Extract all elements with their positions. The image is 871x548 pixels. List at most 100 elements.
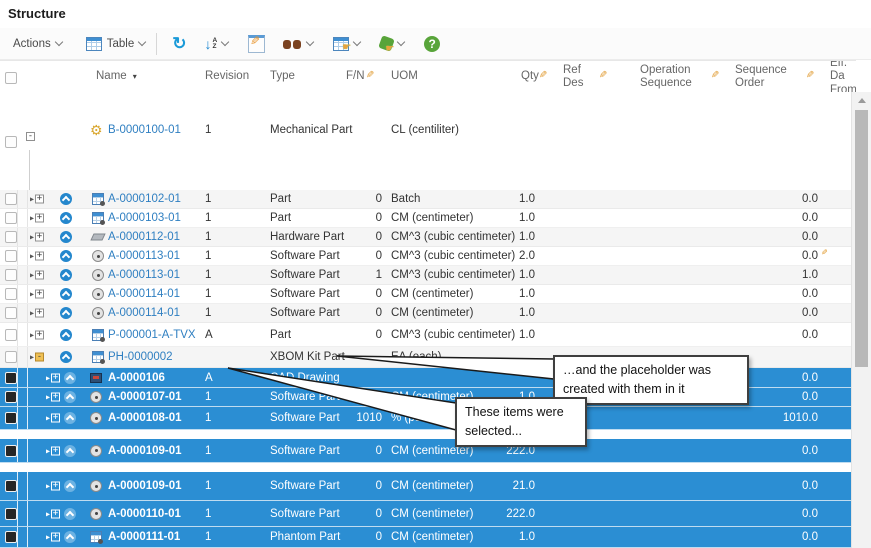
item-link[interactable]: A-0000102-01 xyxy=(108,193,181,205)
refresh-button[interactable] xyxy=(166,34,192,54)
item-link[interactable]: A-0000103-01 xyxy=(108,212,181,224)
column-header-eff-date-from[interactable]: Eff. Da From xyxy=(830,61,856,93)
navigate-icon[interactable] xyxy=(60,269,72,281)
table-row[interactable]: A-0000114-01 1 Software Part 0 CM (centi… xyxy=(0,304,852,323)
column-header-qty[interactable]: Qty xyxy=(521,61,539,93)
tree-expander[interactable] xyxy=(46,446,60,455)
tree-expander[interactable] xyxy=(46,533,60,542)
table-view-menu-button[interactable]: Table xyxy=(81,33,151,55)
row-checkbox[interactable] xyxy=(5,372,17,384)
tree-expander[interactable] xyxy=(30,353,44,362)
tree-expander[interactable] xyxy=(46,373,60,382)
item-link[interactable]: A-0000109-01 xyxy=(108,480,182,492)
column-header-revision[interactable]: Revision xyxy=(205,61,249,93)
navigate-icon[interactable] xyxy=(60,212,72,224)
root-row[interactable]: B-0000100-01 1 Mechanical Part CL (centi… xyxy=(0,92,852,190)
table-row[interactable]: A-0000110-01 1 Software Part 0 CM (centi… xyxy=(0,501,852,527)
table-row[interactable]: A-0000109-01 1 Software Part 0 CM (centi… xyxy=(0,439,852,463)
row-checkbox[interactable] xyxy=(5,351,17,363)
tree-expander[interactable] xyxy=(46,482,60,491)
tree-expander[interactable] xyxy=(30,252,44,261)
row-checkbox[interactable] xyxy=(5,307,17,319)
tree-expander[interactable] xyxy=(30,233,44,242)
item-link[interactable]: A-0000113-01 xyxy=(108,250,180,262)
table-row[interactable]: A-0000108-01 1 Software Part 1010 % (per… xyxy=(0,407,852,430)
column-header-operation-sequence[interactable]: Operation Sequence xyxy=(640,61,692,93)
table-row[interactable]: A-0000102-01 1 Part 0 Batch 1.0 0.0 xyxy=(0,190,852,209)
row-checkbox[interactable] xyxy=(5,269,17,281)
item-link[interactable]: A-0000107-01 xyxy=(108,391,182,403)
row-checkbox[interactable] xyxy=(5,193,17,205)
row-checkbox[interactable] xyxy=(5,136,17,148)
table-row[interactable]: A-0000111-01 1 Phantom Part 0 CM (centim… xyxy=(0,527,852,548)
column-header-uom[interactable]: UOM xyxy=(391,61,418,93)
navigate-icon[interactable] xyxy=(64,531,76,543)
navigate-icon[interactable] xyxy=(64,391,76,403)
item-link[interactable]: PH-0000002 xyxy=(108,351,173,363)
scrollbar-up-arrow-icon[interactable] xyxy=(852,92,871,109)
item-link[interactable]: A-0000114-01 xyxy=(108,288,180,300)
row-checkbox[interactable] xyxy=(5,445,17,457)
column-header-name[interactable]: Name xyxy=(96,61,137,93)
navigate-icon[interactable] xyxy=(60,288,72,300)
column-header-sequence-order[interactable]: Sequence Order xyxy=(735,61,787,93)
tree-expander[interactable] xyxy=(30,330,44,339)
tree-expander[interactable] xyxy=(30,214,44,223)
row-checkbox[interactable] xyxy=(5,231,17,243)
tree-expander[interactable] xyxy=(30,195,44,204)
row-checkbox[interactable] xyxy=(5,480,17,492)
row-checkbox[interactable] xyxy=(5,391,17,403)
navigate-icon[interactable] xyxy=(60,193,72,205)
table-row[interactable]: P-000001-A-TVX A Part 0 CM^3 (cubic cent… xyxy=(0,323,852,347)
item-link[interactable]: A-0000112-01 xyxy=(108,231,180,243)
navigate-icon[interactable] xyxy=(60,250,72,262)
row-checkbox[interactable] xyxy=(5,412,17,424)
column-header-fn[interactable]: F/N xyxy=(346,61,365,93)
navigate-icon[interactable] xyxy=(60,351,72,363)
row-checkbox[interactable] xyxy=(5,250,17,262)
navigate-icon[interactable] xyxy=(64,372,76,384)
navigate-icon[interactable] xyxy=(64,412,76,424)
navigate-icon[interactable] xyxy=(60,307,72,319)
column-header-type[interactable]: Type xyxy=(270,61,295,93)
navigate-icon[interactable] xyxy=(64,508,76,520)
item-link[interactable]: B-0000100-01 xyxy=(108,120,181,140)
scrollbar-thumb[interactable] xyxy=(855,110,868,367)
sort-button[interactable]: AZ xyxy=(198,35,234,53)
row-checkbox[interactable] xyxy=(5,329,17,341)
tree-expander[interactable] xyxy=(46,509,60,518)
table-row[interactable]: A-0000113-01 1 Software Part 1 CM^3 (cub… xyxy=(0,266,852,285)
row-checkbox[interactable] xyxy=(5,508,17,520)
navigate-icon[interactable] xyxy=(64,480,76,492)
actions-menu-button[interactable]: Actions xyxy=(8,34,67,54)
edit-button[interactable] xyxy=(242,32,271,56)
vertical-scrollbar[interactable] xyxy=(851,92,871,548)
item-link[interactable]: A-0000110-01 xyxy=(108,508,181,520)
table-row[interactable]: A-0000113-01 1 Software Part 0 CM^3 (cub… xyxy=(0,247,852,266)
find-button[interactable] xyxy=(277,35,319,53)
row-checkbox[interactable] xyxy=(5,288,17,300)
tree-expander[interactable] xyxy=(46,414,60,423)
table-row[interactable]: A-0000114-01 1 Software Part 0 CM (centi… xyxy=(0,285,852,304)
select-all-checkbox[interactable] xyxy=(5,72,17,84)
item-link[interactable]: A-0000109-01 xyxy=(108,445,182,457)
item-link[interactable]: A-0000113-01 xyxy=(108,269,180,281)
navigate-icon[interactable] xyxy=(60,329,72,341)
table-select-button[interactable] xyxy=(327,34,366,54)
item-link[interactable]: A-0000108-01 xyxy=(108,412,182,424)
navigate-icon[interactable] xyxy=(60,231,72,243)
tree-expander[interactable] xyxy=(30,271,44,280)
row-checkbox[interactable] xyxy=(5,531,17,543)
item-link[interactable]: A-0000106 xyxy=(108,372,165,384)
tree-expander[interactable] xyxy=(26,132,35,141)
item-link[interactable]: P-000001-A-TVX xyxy=(108,329,196,341)
navigate-icon[interactable] xyxy=(64,445,76,457)
table-row[interactable]: A-0000103-01 1 Part 0 CM (centimeter) 1.… xyxy=(0,209,852,228)
item-link[interactable]: A-0000111-01 xyxy=(108,531,180,543)
tree-expander[interactable] xyxy=(30,290,44,299)
column-header-refdes[interactable]: Ref Des xyxy=(563,61,583,93)
table-row[interactable]: A-0000112-01 1 Hardware Part 0 CM^3 (cub… xyxy=(0,228,852,247)
help-button[interactable] xyxy=(418,33,446,55)
tree-expander[interactable] xyxy=(30,309,44,318)
item-link[interactable]: A-0000114-01 xyxy=(108,307,180,319)
